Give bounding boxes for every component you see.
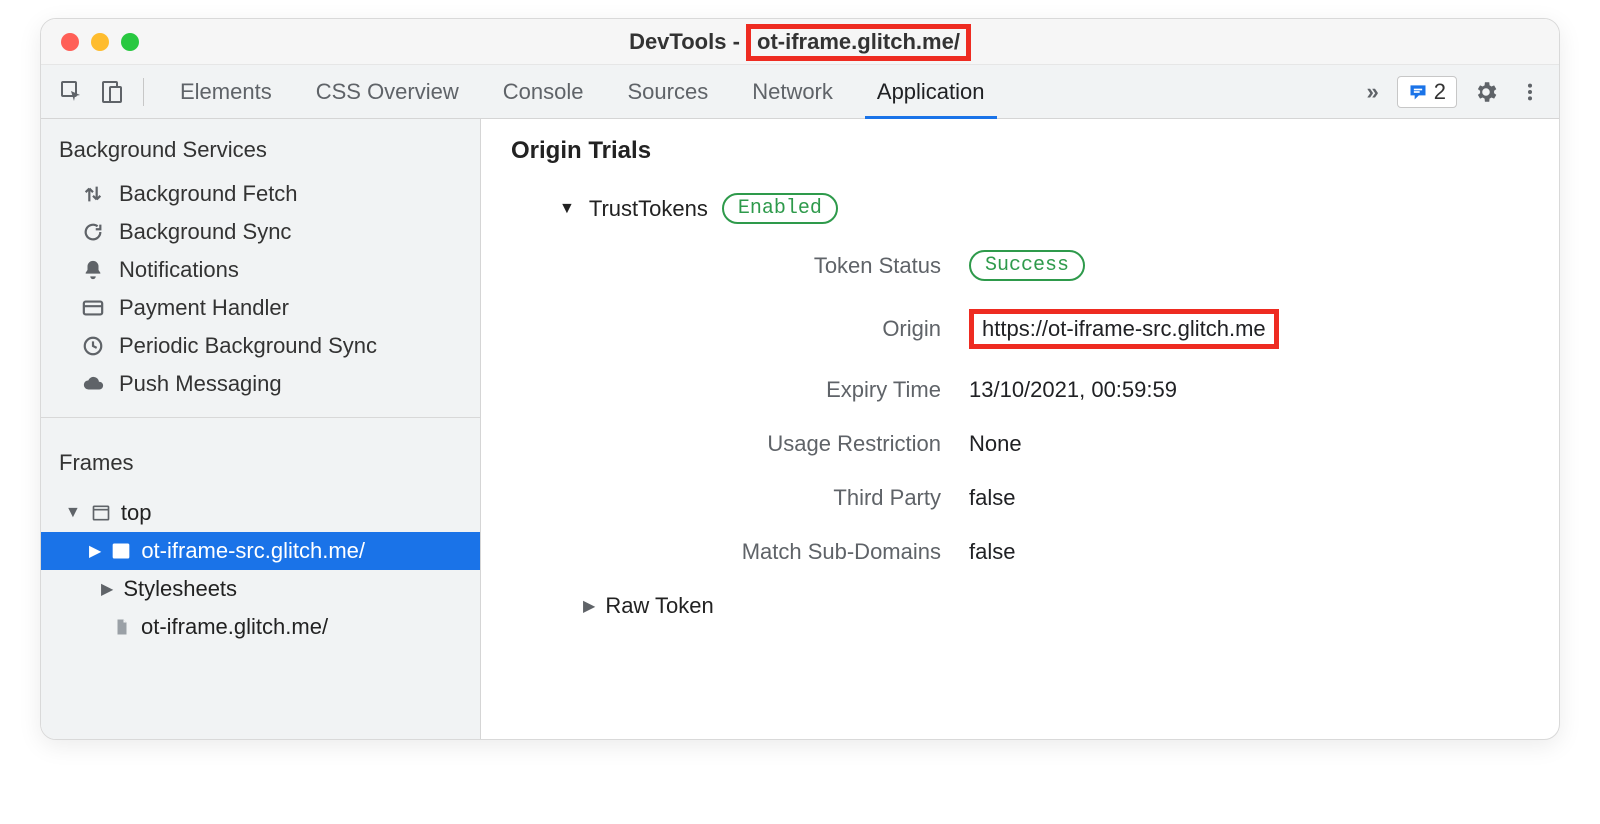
devtools-toolbar: Elements CSS Overview Console Sources Ne… bbox=[41, 65, 1559, 119]
sidebar-item-label: Push Messaging bbox=[119, 371, 282, 397]
frame-label: Stylesheets bbox=[123, 576, 237, 602]
bell-icon bbox=[81, 258, 105, 282]
close-window-button[interactable] bbox=[61, 33, 79, 51]
window-title: DevTools - ot-iframe.glitch.me/ bbox=[41, 29, 1559, 55]
value-origin: https://ot-iframe-src.glitch.me bbox=[969, 309, 1529, 349]
frame-label: ot-iframe-src.glitch.me/ bbox=[141, 538, 365, 564]
toolbar-right: 2 bbox=[1397, 76, 1545, 108]
sidebar-item-label: Notifications bbox=[119, 257, 239, 283]
tab-label: Network bbox=[752, 79, 833, 105]
value-usage-restriction: None bbox=[969, 431, 1529, 457]
panel-heading: Origin Trials bbox=[511, 137, 1529, 165]
label-expiry: Expiry Time bbox=[611, 377, 941, 403]
frame-label: ot-iframe.glitch.me/ bbox=[141, 614, 328, 640]
trial-name: TrustTokens bbox=[589, 196, 708, 222]
sidebar-item-periodic-background-sync[interactable]: Periodic Background Sync bbox=[41, 327, 480, 365]
settings-button[interactable] bbox=[1471, 77, 1501, 107]
device-toolbar-icon[interactable] bbox=[95, 75, 129, 109]
sidebar-item-payment-handler[interactable]: Payment Handler bbox=[41, 289, 480, 327]
value-third-party: false bbox=[969, 485, 1529, 511]
trial-details: Token Status Success Origin https://ot-i… bbox=[511, 250, 1529, 565]
chevron-right-icon: ▶ bbox=[89, 541, 101, 561]
frame-leaf[interactable]: ot-iframe.glitch.me/ bbox=[41, 608, 480, 646]
main-panel: Origin Trials ▼ TrustTokens Enabled Toke… bbox=[481, 119, 1559, 739]
label-token-status: Token Status bbox=[611, 253, 941, 279]
content-area: Background Services Background Fetch Bac… bbox=[41, 119, 1559, 739]
window-icon bbox=[91, 503, 111, 523]
window-title-prefix: DevTools - bbox=[629, 29, 746, 54]
sidebar-item-label: Periodic Background Sync bbox=[119, 333, 377, 359]
chevron-down-icon: ▼ bbox=[65, 504, 81, 522]
devtools-window: DevTools - ot-iframe.glitch.me/ Elements… bbox=[40, 18, 1560, 740]
chevron-right-icon: ▶ bbox=[583, 596, 595, 616]
window-controls bbox=[41, 33, 139, 51]
chevron-down-icon: ▼ bbox=[559, 200, 575, 218]
gear-icon bbox=[1473, 79, 1499, 105]
titlebar: DevTools - ot-iframe.glitch.me/ bbox=[41, 19, 1559, 65]
value-expiry: 13/10/2021, 00:59:59 bbox=[969, 377, 1529, 403]
label-match-subdomains: Match Sub-Domains bbox=[611, 539, 941, 565]
label-origin: Origin bbox=[611, 316, 941, 342]
raw-token-row[interactable]: ▶ Raw Token bbox=[511, 593, 1529, 619]
frame-label: top bbox=[121, 500, 152, 526]
frame-top[interactable]: ▼ top bbox=[41, 494, 480, 532]
issues-button[interactable]: 2 bbox=[1397, 76, 1457, 108]
tab-sources[interactable]: Sources bbox=[605, 65, 730, 118]
sidebar-divider bbox=[41, 417, 480, 418]
cloud-icon bbox=[81, 372, 105, 396]
frame-stylesheets[interactable]: ▶ Stylesheets bbox=[41, 570, 480, 608]
sidebar-item-label: Background Fetch bbox=[119, 181, 298, 207]
frames-tree: ▼ top ▶ ot-iframe-src.glitch.me/ ▶ Style… bbox=[41, 488, 480, 662]
more-options-button[interactable] bbox=[1515, 77, 1545, 107]
sidebar-item-label: Background Sync bbox=[119, 219, 291, 245]
file-icon bbox=[113, 617, 131, 637]
window-title-url: ot-iframe.glitch.me/ bbox=[746, 24, 971, 61]
tab-console[interactable]: Console bbox=[481, 65, 606, 118]
sidebar-item-label: Payment Handler bbox=[119, 295, 289, 321]
frame-selected[interactable]: ▶ ot-iframe-src.glitch.me/ bbox=[41, 532, 480, 570]
origin-highlight: https://ot-iframe-src.glitch.me bbox=[969, 309, 1279, 349]
origin-trial-row[interactable]: ▼ TrustTokens Enabled bbox=[511, 193, 1529, 224]
tab-label: Sources bbox=[627, 79, 708, 105]
refresh-icon bbox=[81, 220, 105, 244]
raw-token-label: Raw Token bbox=[605, 593, 713, 619]
sidebar-item-background-fetch[interactable]: Background Fetch bbox=[41, 175, 480, 213]
inspect-element-icon[interactable] bbox=[55, 75, 89, 109]
arrows-vertical-icon bbox=[81, 182, 105, 206]
tab-label: Console bbox=[503, 79, 584, 105]
sidebar-item-push-messaging[interactable]: Push Messaging bbox=[41, 365, 480, 403]
sidebar-item-background-sync[interactable]: Background Sync bbox=[41, 213, 480, 251]
clock-icon bbox=[81, 334, 105, 358]
issues-count: 2 bbox=[1434, 79, 1446, 105]
tab-label: CSS Overview bbox=[316, 79, 459, 105]
tab-label: Elements bbox=[180, 79, 272, 105]
tab-label: Application bbox=[877, 79, 985, 105]
label-third-party: Third Party bbox=[611, 485, 941, 511]
more-tabs-button[interactable]: » bbox=[1349, 79, 1397, 105]
tab-css-overview[interactable]: CSS Overview bbox=[294, 65, 481, 118]
chevron-right-icon: ▶ bbox=[101, 579, 113, 599]
value-match-subdomains: false bbox=[969, 539, 1529, 565]
value-token-status: Success bbox=[969, 250, 1529, 281]
kebab-icon bbox=[1519, 81, 1541, 103]
minimize-window-button[interactable] bbox=[91, 33, 109, 51]
application-sidebar: Background Services Background Fetch Bac… bbox=[41, 119, 481, 739]
tab-elements[interactable]: Elements bbox=[158, 65, 294, 118]
tab-application[interactable]: Application bbox=[855, 65, 1007, 118]
trial-status-badge: Enabled bbox=[722, 193, 838, 224]
sidebar-item-notifications[interactable]: Notifications bbox=[41, 251, 480, 289]
maximize-window-button[interactable] bbox=[121, 33, 139, 51]
sidebar-group-frames: Frames bbox=[41, 432, 480, 488]
card-icon bbox=[81, 296, 105, 320]
sidebar-group-background-services: Background Services bbox=[41, 119, 480, 175]
label-usage-restriction: Usage Restriction bbox=[611, 431, 941, 457]
iframe-icon bbox=[111, 541, 131, 561]
issues-icon bbox=[1408, 82, 1428, 102]
tab-network[interactable]: Network bbox=[730, 65, 855, 118]
toolbar-separator bbox=[143, 78, 144, 106]
panel-tabs: Elements CSS Overview Console Sources Ne… bbox=[158, 65, 1349, 118]
token-status-badge: Success bbox=[969, 250, 1085, 281]
